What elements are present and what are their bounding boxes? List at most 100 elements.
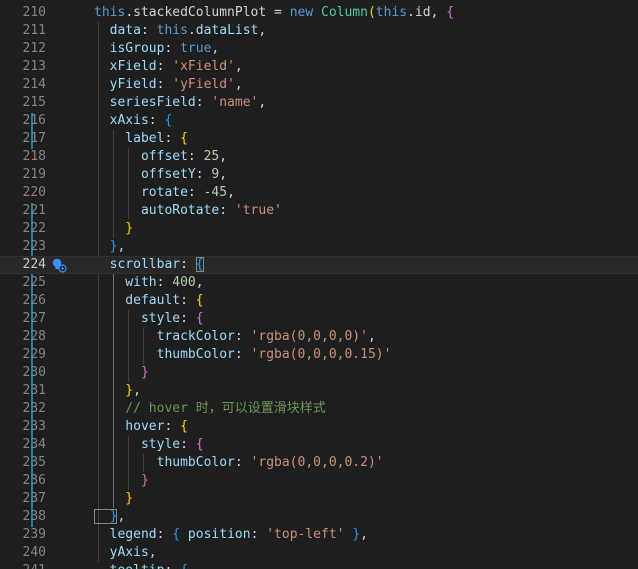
lightbulb-icon[interactable]: [51, 257, 67, 273]
line-number[interactable]: 241: [0, 562, 46, 569]
code-line[interactable]: 210 this.stackedColumnPlot = new Column(t…: [0, 4, 638, 22]
line-number[interactable]: 222: [0, 220, 46, 238]
code-line[interactable]: 214 yField: 'yField',: [0, 76, 638, 94]
line-number[interactable]: 220: [0, 184, 46, 202]
line-number[interactable]: 232: [0, 400, 46, 418]
line-code[interactable]: },: [94, 238, 126, 256]
line-code[interactable]: }: [94, 220, 133, 238]
line-code[interactable]: seriesField: 'name',: [94, 94, 267, 112]
line-code[interactable]: data: this.dataList,: [94, 22, 267, 40]
code-line[interactable]: 226 default: {: [0, 292, 638, 310]
line-number[interactable]: 215: [0, 94, 46, 112]
code-line[interactable]: 216 xAxis: {: [0, 112, 638, 130]
line-number[interactable]: 237: [0, 490, 46, 508]
code-line[interactable]: 241 tooltip: {: [0, 562, 638, 569]
code-line[interactable]: 211 data: this.dataList,: [0, 22, 638, 40]
line-code[interactable]: }: [94, 364, 149, 382]
line-code[interactable]: hover: {: [94, 418, 188, 436]
line-number[interactable]: 212: [0, 40, 46, 58]
code-line[interactable]: 223 },: [0, 238, 638, 256]
line-code[interactable]: isGroup: true,: [94, 40, 220, 58]
code-line-current[interactable]: 224 scrollbar: {: [0, 256, 638, 274]
line-number[interactable]: 235: [0, 454, 46, 472]
line-number[interactable]: 224: [0, 257, 46, 273]
line-number[interactable]: 239: [0, 526, 46, 544]
line-number[interactable]: 211: [0, 22, 46, 40]
line-number[interactable]: 217: [0, 130, 46, 148]
line-number[interactable]: 223: [0, 238, 46, 256]
line-number[interactable]: 227: [0, 310, 46, 328]
line-code[interactable]: legend: { position: 'top-left' },: [94, 526, 368, 544]
code-line[interactable]: 221 autoRotate: 'true': [0, 202, 638, 220]
line-number[interactable]: 213: [0, 58, 46, 76]
code-line[interactable]: 236 }: [0, 472, 638, 490]
line-code[interactable]: yField: 'yField',: [94, 76, 243, 94]
line-number[interactable]: 238: [0, 508, 46, 526]
line-code[interactable]: label: {: [94, 130, 188, 148]
line-number[interactable]: 221: [0, 202, 46, 220]
code-line[interactable]: 240 yAxis,: [0, 544, 638, 562]
line-number[interactable]: 214: [0, 76, 46, 94]
line-code[interactable]: },: [94, 508, 125, 526]
code-line[interactable]: 219 offsetY: 9,: [0, 166, 638, 184]
code-token: position: [180, 527, 251, 542]
code-line[interactable]: 212 isGroup: true,: [0, 40, 638, 58]
code-line[interactable]: 227 style: {: [0, 310, 638, 328]
line-code[interactable]: autoRotate: 'true': [94, 202, 282, 220]
line-code[interactable]: default: {: [94, 292, 203, 310]
line-code[interactable]: xField: 'xField',: [94, 58, 243, 76]
line-code[interactable]: thumbColor: 'rgba(0,0,0,0.2)': [94, 454, 384, 472]
line-number[interactable]: 210: [0, 4, 46, 22]
code-line[interactable]: 225 with: 400,: [0, 274, 638, 292]
code-line[interactable]: 234 style: {: [0, 436, 638, 454]
line-code[interactable]: }: [94, 472, 149, 490]
line-code[interactable]: style: {: [94, 310, 204, 328]
code-line[interactable]: 228 trackColor: 'rgba(0,0,0,0)',: [0, 328, 638, 346]
line-code[interactable]: }: [94, 490, 133, 508]
line-code[interactable]: xAxis: {: [94, 112, 173, 130]
line-number[interactable]: 234: [0, 436, 46, 454]
code-line[interactable]: 217 label: {: [0, 130, 638, 148]
line-code[interactable]: yAxis,: [94, 544, 157, 562]
line-code[interactable]: // hover 时，可以设置滑块样式: [94, 400, 325, 418]
line-code[interactable]: offsetY: 9,: [94, 166, 227, 184]
code-line[interactable]: 213 xField: 'xField',: [0, 58, 638, 76]
line-code[interactable]: this.stackedColumnPlot = new Column(this…: [94, 4, 454, 22]
code-editor[interactable]: 210 this.stackedColumnPlot = new Column(t…: [0, 0, 638, 569]
code-token: :: [180, 311, 196, 326]
line-number[interactable]: 228: [0, 328, 46, 346]
code-line[interactable]: 231 },: [0, 382, 638, 400]
line-number[interactable]: 226: [0, 292, 46, 310]
line-code[interactable]: style: {: [94, 436, 204, 454]
line-code[interactable]: offset: 25,: [94, 148, 227, 166]
line-number[interactable]: 240: [0, 544, 46, 562]
line-number[interactable]: 218: [0, 148, 46, 166]
code-line[interactable]: 222 }: [0, 220, 638, 238]
line-code[interactable]: rotate: -45,: [94, 184, 235, 202]
code-line[interactable]: 232 // hover 时，可以设置滑块样式: [0, 400, 638, 418]
line-number[interactable]: 219: [0, 166, 46, 184]
line-code[interactable]: thumbColor: 'rgba(0,0,0,0.15)': [94, 346, 392, 364]
code-line[interactable]: 229 thumbColor: 'rgba(0,0,0,0.15)': [0, 346, 638, 364]
code-line[interactable]: 238 },: [0, 508, 638, 526]
line-code[interactable]: tooltip: {: [94, 562, 188, 569]
line-number[interactable]: 231: [0, 382, 46, 400]
code-line[interactable]: 218 offset: 25,: [0, 148, 638, 166]
line-number[interactable]: 233: [0, 418, 46, 436]
code-line[interactable]: 230 }: [0, 364, 638, 382]
line-number[interactable]: 236: [0, 472, 46, 490]
line-number[interactable]: 230: [0, 364, 46, 382]
code-line[interactable]: 215 seriesField: 'name',: [0, 94, 638, 112]
code-line[interactable]: 235 thumbColor: 'rgba(0,0,0,0.2)': [0, 454, 638, 472]
line-number[interactable]: 225: [0, 274, 46, 292]
code-line[interactable]: 237 }: [0, 490, 638, 508]
code-line[interactable]: 220 rotate: -45,: [0, 184, 638, 202]
line-code[interactable]: trackColor: 'rgba(0,0,0,0)',: [94, 328, 376, 346]
line-number[interactable]: 216: [0, 112, 46, 130]
line-code[interactable]: scrollbar: {: [94, 257, 204, 273]
line-code[interactable]: with: 400,: [94, 274, 203, 292]
code-line[interactable]: 239 legend: { position: 'top-left' },: [0, 526, 638, 544]
line-code[interactable]: },: [94, 382, 141, 400]
code-line[interactable]: 233 hover: {: [0, 418, 638, 436]
line-number[interactable]: 229: [0, 346, 46, 364]
